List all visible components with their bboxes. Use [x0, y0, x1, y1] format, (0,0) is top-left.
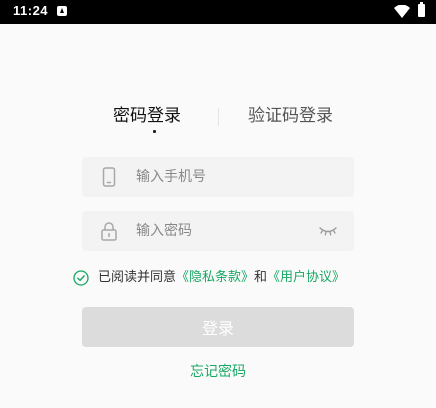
wifi-icon [394, 5, 410, 18]
tab-code-login[interactable]: 验证码登录 [248, 100, 333, 132]
privacy-policy-link[interactable]: 《隐私条款》 [176, 270, 254, 285]
phone-icon [102, 167, 116, 187]
eye-closed-icon[interactable] [318, 224, 338, 238]
login-tabs: 密码登录 验证码登录 [0, 100, 436, 133]
battery-icon [418, 2, 425, 17]
phone-input[interactable] [136, 157, 316, 197]
forgot-password-link[interactable]: 忘记密码 [0, 361, 436, 381]
notification-icon [57, 6, 67, 16]
user-agreement-link[interactable]: 《用户协议》 [267, 270, 345, 285]
active-tab-indicator [153, 130, 156, 133]
check-circle-icon[interactable] [73, 270, 89, 286]
agreement-prefix: 已阅读并同意 [98, 270, 177, 285]
status-bar: 11:24 [0, 0, 436, 24]
status-time: 11:24 [13, 3, 49, 18]
tab-password-login[interactable]: 密码登录 [113, 100, 181, 132]
login-button[interactable]: 登录 [82, 307, 354, 347]
tab-divider [218, 108, 219, 126]
agreement-conjunction: 和 [254, 270, 268, 285]
password-field[interactable] [82, 211, 354, 251]
lock-icon [101, 222, 117, 241]
password-input[interactable] [136, 211, 316, 251]
phone-field[interactable] [82, 157, 354, 197]
agreement-text: 已阅读并同意《隐私条款》和《用户协议》 [98, 268, 345, 288]
